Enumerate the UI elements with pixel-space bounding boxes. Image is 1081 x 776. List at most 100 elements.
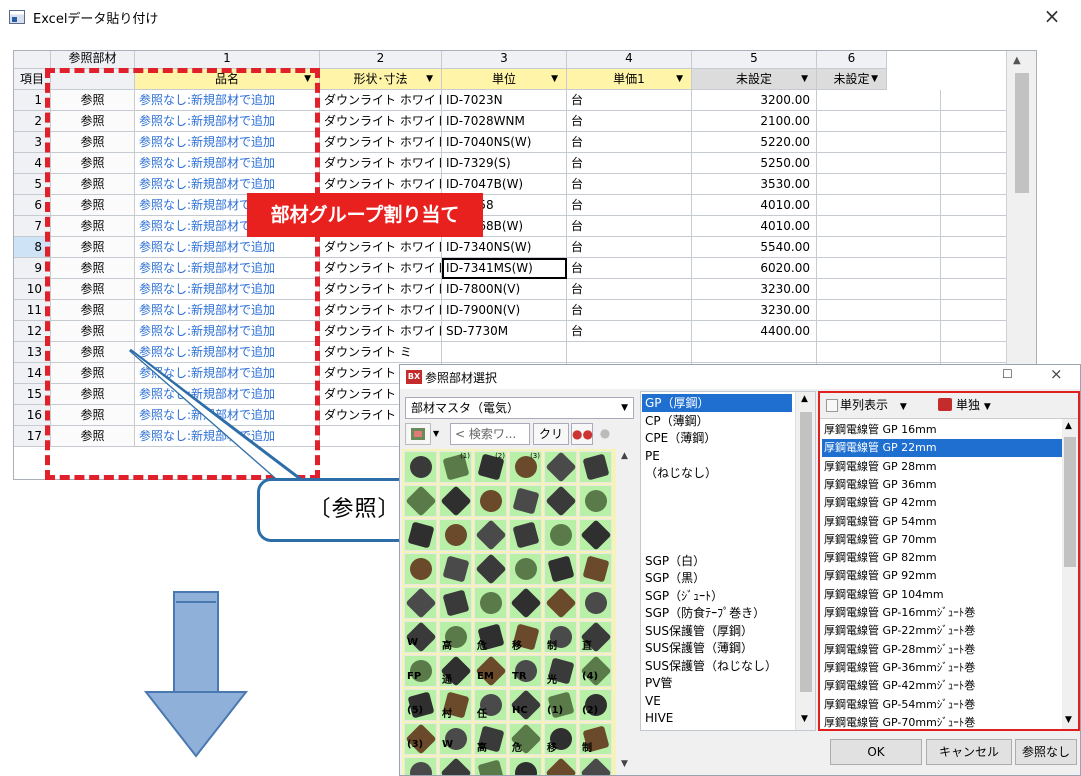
unset-cell[interactable]	[941, 216, 1011, 237]
search-input[interactable]: < 検索ワ...	[450, 423, 530, 445]
column-view-button[interactable]: 単列表示 ▼	[826, 395, 907, 415]
part-symbol-icon[interactable]: 高	[439, 621, 472, 653]
part-symbol-icon[interactable]	[544, 757, 577, 775]
unit-cell[interactable]: 台	[567, 300, 692, 321]
unset-cell[interactable]	[817, 132, 941, 153]
part-symbol-icon[interactable]: HC	[509, 689, 542, 721]
unset-cell[interactable]	[817, 300, 941, 321]
part-symbol-icon[interactable]	[439, 757, 472, 775]
part-symbol-icon[interactable]	[509, 519, 542, 551]
price-cell[interactable]: 5540.00	[692, 237, 817, 258]
part-symbol-icon[interactable]	[544, 451, 577, 483]
part-symbol-icon[interactable]	[404, 553, 437, 585]
part-symbol-icon[interactable]	[404, 587, 437, 619]
part-symbol-icon[interactable]: (1)	[439, 451, 472, 483]
part-symbol-icon[interactable]: TR	[509, 655, 542, 687]
part-symbol-icon[interactable]: 制	[579, 723, 612, 755]
unit-cell[interactable]: 台	[567, 258, 692, 279]
part-list-item[interactable]: 厚鋼電線管 GP-28mmｼﾞｭｰﾄ巻	[824, 641, 975, 659]
part-symbol-icon[interactable]	[439, 553, 472, 585]
maximize-icon[interactable]: ☐	[1002, 367, 1013, 381]
part-symbol-icon[interactable]	[509, 485, 542, 517]
unset-cell[interactable]	[941, 174, 1011, 195]
part-symbol-icon[interactable]	[439, 519, 472, 551]
dialog-close-icon[interactable]: ×	[1050, 365, 1063, 383]
part-symbol-icon[interactable]: 光	[544, 655, 577, 687]
chevron-down-icon[interactable]: ▼	[426, 69, 433, 89]
part-symbol-icon[interactable]	[404, 519, 437, 551]
shape-cell[interactable]: SD-7730M	[442, 321, 567, 342]
part-symbol-icon[interactable]: (3)	[509, 451, 542, 483]
type-list-item[interactable]: HIVE	[645, 709, 673, 727]
unit-cell[interactable]: 台	[567, 174, 692, 195]
part-symbol-icon[interactable]	[544, 485, 577, 517]
part-symbol-icon[interactable]: (2)	[474, 451, 507, 483]
part-symbol-icon[interactable]	[509, 553, 542, 585]
part-symbol-icon[interactable]: FP	[404, 655, 437, 687]
scroll-thumb[interactable]	[800, 412, 812, 692]
part-symbol-icon[interactable]	[544, 553, 577, 585]
scroll-up-icon[interactable]: ▲	[801, 394, 808, 404]
part-symbol-icon[interactable]: EM	[474, 655, 507, 687]
unset-cell[interactable]	[817, 174, 941, 195]
price-cell[interactable]: 6020.00	[692, 258, 817, 279]
part-list-item[interactable]: 厚鋼電線管 GP-42mmｼﾞｭｰﾄ巻	[824, 677, 975, 695]
unset-cell[interactable]	[817, 321, 941, 342]
unit-cell[interactable]: 台	[567, 90, 692, 111]
part-symbol-icon[interactable]	[579, 451, 612, 483]
unset-cell[interactable]	[941, 132, 1011, 153]
part-symbol-icon[interactable]: 通	[439, 655, 472, 687]
unit-cell[interactable]: 台	[567, 132, 692, 153]
type-list-item[interactable]: SGP（ｼﾞｭｰﾄ）	[645, 587, 723, 605]
part-symbol-icon[interactable]	[474, 757, 507, 775]
part-symbol-icon[interactable]: 移	[509, 621, 542, 653]
part-list-item[interactable]: 厚鋼電線管 GP-22mmｼﾞｭｰﾄ巻	[824, 622, 975, 640]
part-list-item[interactable]: 厚鋼電線管 GP 104mm	[824, 586, 944, 604]
no-reference-button[interactable]: 参照なし	[1015, 739, 1077, 765]
type-list-item[interactable]: PE	[645, 447, 660, 465]
scroll-down-icon[interactable]: ▼	[1065, 715, 1072, 725]
shape-cell[interactable]: ID-7800N(V)	[442, 279, 567, 300]
scroll-up-icon[interactable]: ▲	[1013, 55, 1021, 66]
price-cell[interactable]: 4400.00	[692, 321, 817, 342]
part-symbol-icon[interactable]: (4)	[579, 655, 612, 687]
shape-cell[interactable]: ID-7341MS(W)	[442, 258, 567, 279]
price-cell[interactable]	[692, 342, 817, 363]
part-symbol-icon[interactable]	[474, 587, 507, 619]
unset-cell[interactable]	[941, 111, 1011, 132]
name-cell[interactable]: ダウンライト ホワイト...	[320, 153, 442, 174]
chevron-down-icon[interactable]: ▼	[801, 69, 808, 89]
part-list-item[interactable]: 厚鋼電線管 GP 22mm	[822, 439, 1062, 458]
shape-cell[interactable]: ID-7900N(V)	[442, 300, 567, 321]
part-symbol-icon[interactable]: (1)	[544, 689, 577, 721]
part-symbol-icon[interactable]: 任	[474, 689, 507, 721]
part-list-item[interactable]: 厚鋼電線管 GP 36mm	[824, 476, 937, 494]
unset-cell[interactable]	[817, 195, 941, 216]
single-mode-button[interactable]: 単独 ▼	[938, 395, 991, 415]
part-symbol-icon[interactable]: W	[439, 723, 472, 755]
column-field-header[interactable]: 単価1 ▼	[567, 69, 692, 90]
price-cell[interactable]: 4010.00	[692, 216, 817, 237]
unset-cell[interactable]	[817, 216, 941, 237]
name-cell[interactable]: ダウンライト ホワイト...	[320, 174, 442, 195]
scroll-thumb[interactable]	[1064, 437, 1076, 567]
unit-cell[interactable]: 台	[567, 153, 692, 174]
name-cell[interactable]: ダウンライト ホワイト...	[320, 237, 442, 258]
part-symbol-icon[interactable]: 移	[544, 723, 577, 755]
part-list-item[interactable]: 厚鋼電線管 GP 42mm	[824, 494, 937, 512]
unset-cell[interactable]	[941, 279, 1011, 300]
part-symbol-icon[interactable]	[474, 485, 507, 517]
price-cell[interactable]: 5250.00	[692, 153, 817, 174]
unset-cell[interactable]	[941, 90, 1011, 111]
binoculars-icon[interactable]: ●●	[571, 423, 593, 445]
part-symbol-icon[interactable]: 危	[474, 621, 507, 653]
column-field-header[interactable]: 未設定 ▼	[692, 69, 817, 90]
unset-cell[interactable]	[941, 321, 1011, 342]
close-icon[interactable]: ×	[1040, 4, 1064, 28]
shape-cell[interactable]: ID-7023N	[442, 90, 567, 111]
type-list-item[interactable]: SUS保護管（厚鋼）	[645, 622, 753, 640]
part-symbol-icon[interactable]: 制	[544, 621, 577, 653]
shape-cell[interactable]: ID-7040NS(W)	[442, 132, 567, 153]
type-list[interactable]: GP（厚鋼） CP（薄鋼） CPE（薄鋼） PE （ねじなし） SGP（白） SGP（黒） S…	[640, 391, 816, 731]
unit-cell[interactable]: 台	[567, 321, 692, 342]
